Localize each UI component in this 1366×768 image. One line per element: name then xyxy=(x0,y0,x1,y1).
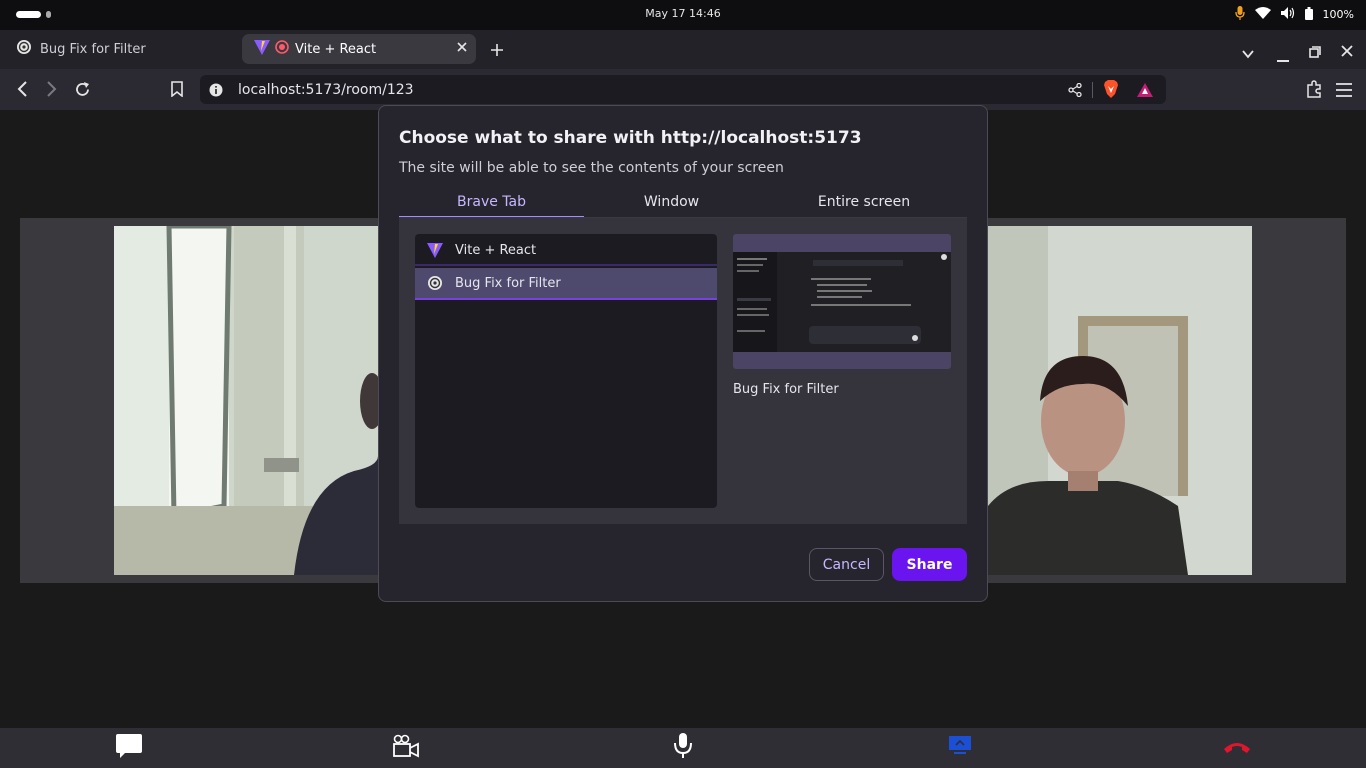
tab-bug-fix-for-filter[interactable]: Bug Fix for Filter xyxy=(6,34,236,64)
screen-share-button[interactable] xyxy=(946,734,974,762)
microphone-button[interactable] xyxy=(669,733,697,763)
vite-icon xyxy=(427,242,443,258)
openai-icon xyxy=(427,275,443,291)
close-tab-icon[interactable] xyxy=(456,41,468,57)
camera-button[interactable] xyxy=(392,734,420,762)
volume-icon xyxy=(1280,7,1295,22)
maximize-icon[interactable] xyxy=(1309,43,1321,62)
tab-window[interactable]: Window xyxy=(584,194,759,218)
chat-icon xyxy=(116,734,142,762)
dialog-subtitle: The site will be able to see the content… xyxy=(399,160,784,176)
battery-percent: 100% xyxy=(1322,8,1354,21)
preview-caption: Bug Fix for Filter xyxy=(733,382,839,397)
wifi-icon xyxy=(1254,7,1271,22)
list-item-vite-react[interactable]: Vite + React xyxy=(415,234,717,266)
call-controls-bar xyxy=(0,728,1366,768)
battery-icon xyxy=(1304,6,1313,23)
menu-icon[interactable] xyxy=(1336,82,1352,101)
list-item-label: Bug Fix for Filter xyxy=(455,275,561,291)
minimize-icon[interactable] xyxy=(1277,48,1289,67)
share-source-panel: Vite + React Bug Fix for Filter Bug Fix … xyxy=(399,218,967,524)
tab-list[interactable]: Vite + React Bug Fix for Filter xyxy=(415,234,717,508)
tab-label: Bug Fix for Filter xyxy=(40,41,146,57)
microphone-icon xyxy=(674,733,692,763)
cancel-button[interactable]: Cancel xyxy=(809,548,884,581)
browser-tab-strip: Bug Fix for Filter Vite + React xyxy=(0,30,1366,69)
microphone-status-icon xyxy=(1234,6,1245,23)
divider xyxy=(1092,82,1093,98)
share-button[interactable]: Share xyxy=(892,548,967,581)
local-video xyxy=(114,226,378,575)
list-item-bug-fix-for-filter[interactable]: Bug Fix for Filter xyxy=(415,268,717,300)
site-info-icon[interactable] xyxy=(209,83,223,97)
camera-icon xyxy=(393,734,419,762)
end-call-icon xyxy=(1223,739,1251,758)
url-text[interactable]: localhost:5173/room/123 xyxy=(238,82,414,98)
list-separator xyxy=(415,264,717,266)
share-screen-dialog: Choose what to share with http://localho… xyxy=(378,105,988,602)
system-top-bar: May 17 14:46 100% xyxy=(0,0,1366,30)
chat-button[interactable] xyxy=(115,734,143,762)
bookmark-icon[interactable] xyxy=(171,81,183,101)
address-bar[interactable]: localhost:5173/room/123 xyxy=(200,75,1166,104)
screen-share-icon xyxy=(948,736,972,760)
tab-brave-tab[interactable]: Brave Tab xyxy=(399,194,584,218)
system-clock[interactable]: May 17 14:46 xyxy=(0,7,1366,20)
forward-icon[interactable] xyxy=(46,81,58,101)
remote-video xyxy=(988,226,1252,575)
tab-entire-screen[interactable]: Entire screen xyxy=(769,194,959,218)
new-tab-icon[interactable] xyxy=(490,42,504,61)
brave-rewards-icon[interactable] xyxy=(1137,82,1153,101)
reload-icon[interactable] xyxy=(74,81,91,102)
brave-shields-icon[interactable] xyxy=(1103,80,1119,102)
browser-toolbar: localhost:5173/room/123 xyxy=(0,69,1366,110)
recording-icon xyxy=(275,40,289,58)
list-item-label: Vite + React xyxy=(455,242,537,258)
share-url-icon[interactable] xyxy=(1068,82,1082,101)
dialog-title: Choose what to share with http://localho… xyxy=(399,128,862,148)
tab-vite-react[interactable]: Vite + React xyxy=(242,34,476,64)
system-tray[interactable]: 100% xyxy=(1234,6,1354,23)
tab-search-chevron-icon[interactable] xyxy=(1242,44,1254,63)
close-window-icon[interactable] xyxy=(1341,42,1353,61)
tab-preview-thumbnail xyxy=(733,234,951,369)
extensions-icon[interactable] xyxy=(1305,80,1323,102)
tab-label: Vite + React xyxy=(295,41,377,57)
back-icon[interactable] xyxy=(16,81,28,101)
vite-icon xyxy=(254,39,270,59)
end-call-button[interactable] xyxy=(1223,734,1251,762)
openai-icon xyxy=(16,39,32,59)
